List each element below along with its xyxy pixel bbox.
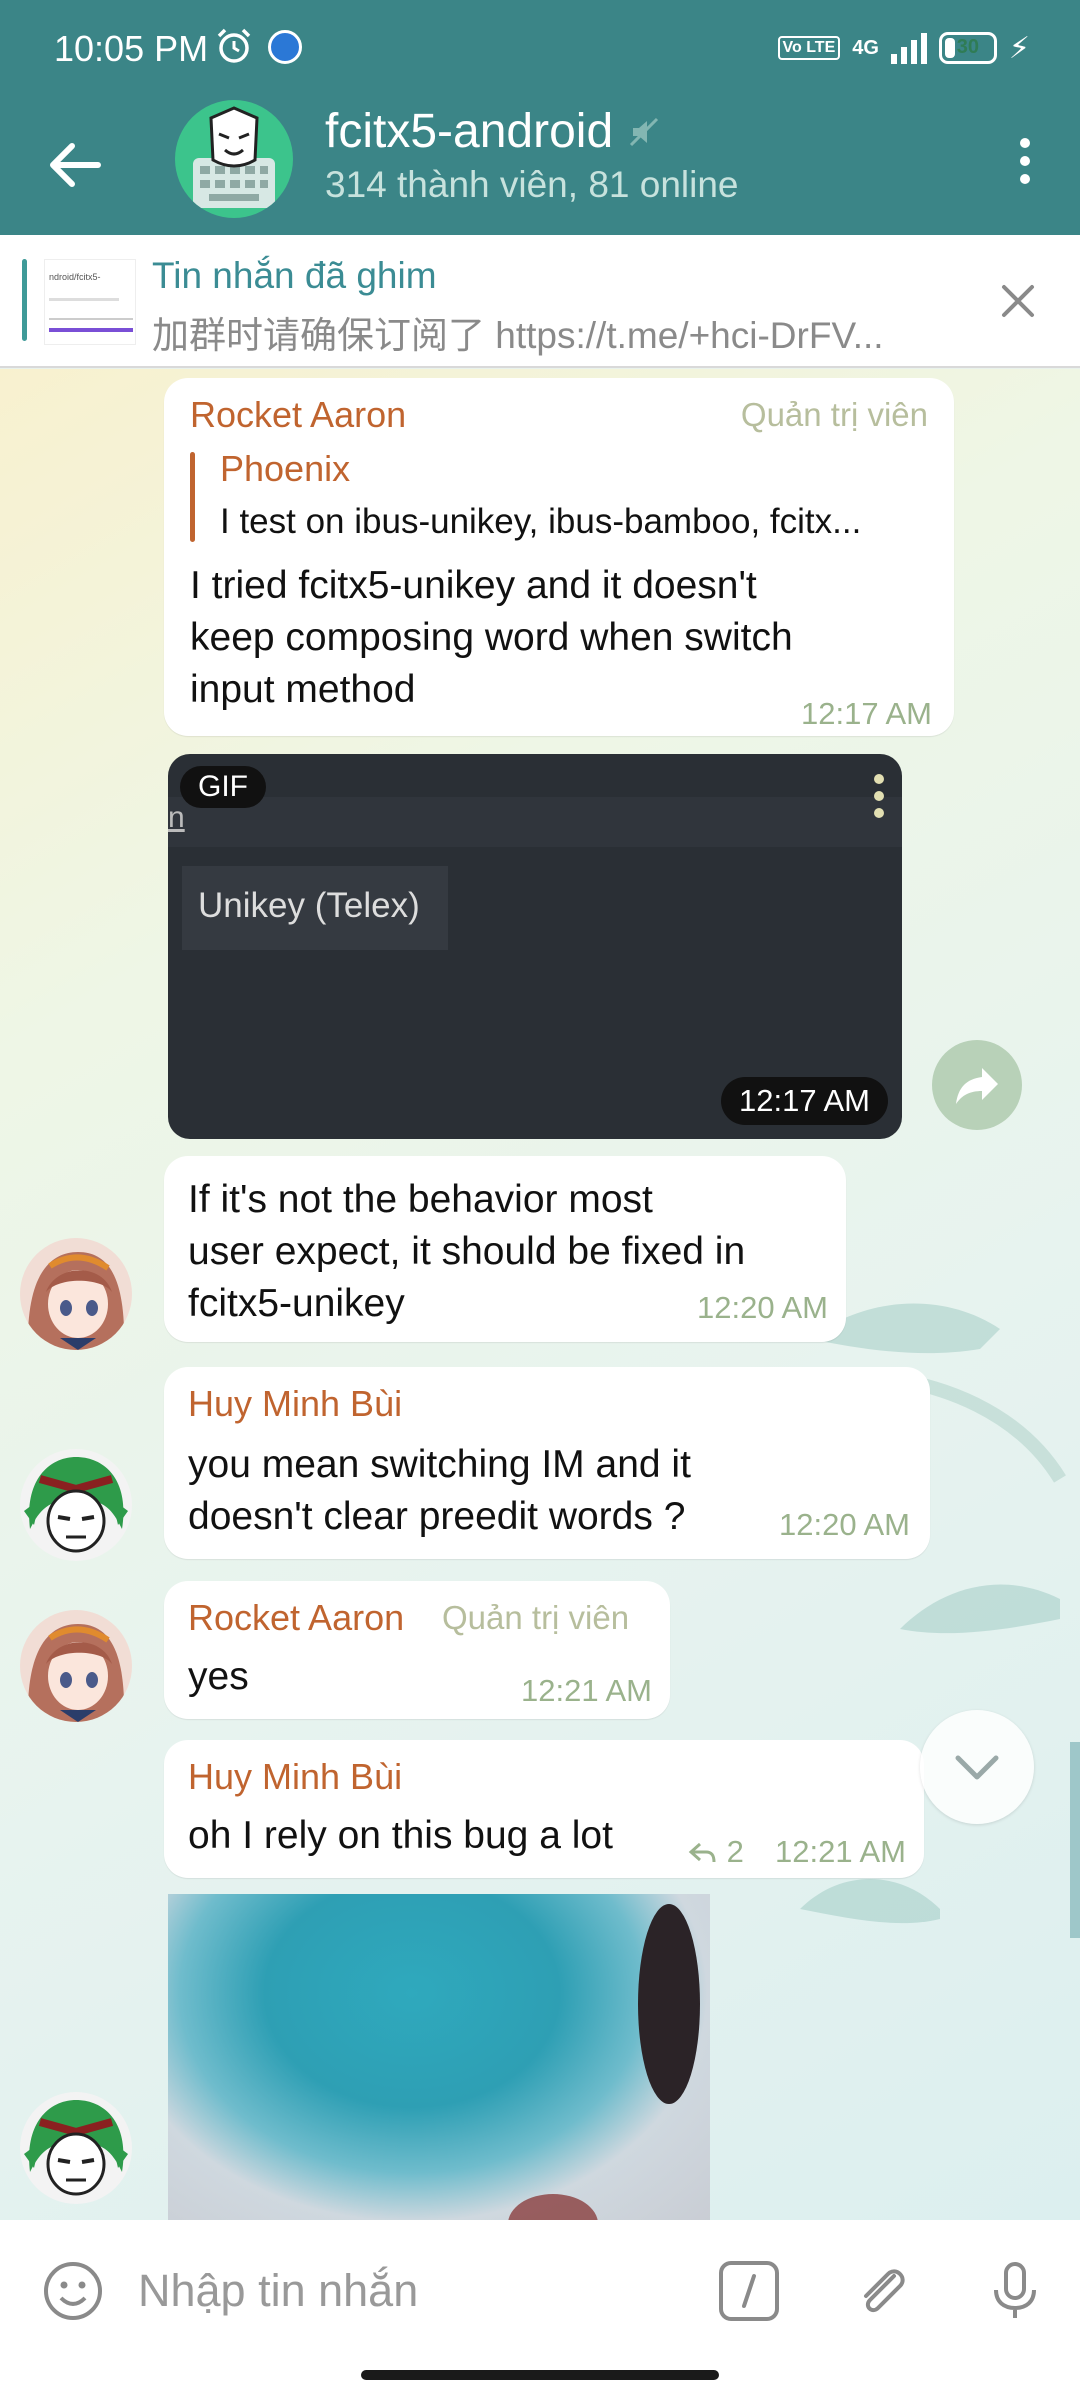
pinned-thumbnail-text: ndroid/fcitx5-: [49, 272, 101, 282]
message-bubble[interactable]: Rocket Aaron Quản trị viên yes 12:21 AM: [164, 1581, 670, 1719]
more-vert-icon[interactable]: [1010, 130, 1040, 200]
message-bubble[interactable]: Huy Minh Bùi you mean switching IM and i…: [164, 1367, 930, 1559]
message-bubble[interactable]: If it's not the behavior most user expec…: [164, 1156, 846, 1342]
mute-icon: [630, 117, 659, 146]
chat-title[interactable]: fcitx5-android: [325, 104, 661, 159]
status-indicators: Vo LTE 4G 30 ⚡: [777, 28, 1030, 68]
signal-icon: [890, 32, 927, 64]
gif-message[interactable]: n GIF Unikey (Telex) 12:17 AM: [168, 754, 902, 1139]
emoji-icon[interactable]: [40, 2258, 106, 2324]
message-text: oh I rely on this bug a lot: [188, 1814, 613, 1857]
chat-title-text: fcitx5-android: [325, 105, 614, 158]
navigation-bar: [0, 2360, 1080, 2400]
scroll-down-button[interactable]: [920, 1710, 1034, 1824]
charging-icon: ⚡: [1008, 31, 1030, 65]
message-time: 12:20 AM: [779, 1507, 910, 1542]
avatar[interactable]: [20, 1610, 132, 1722]
gif-strip: n: [168, 797, 902, 847]
reply-count[interactable]: 2: [688, 1834, 744, 1870]
status-bar: 10:05 PM Vo LTE 4G 30 ⚡: [0, 0, 1080, 100]
home-handle[interactable]: [361, 2370, 719, 2380]
gif-overlay-panel: Unikey (Telex): [182, 866, 448, 950]
close-icon[interactable]: [992, 275, 1044, 327]
message-bubble[interactable]: Rocket Aaron Quản trị viên Phoenix I tes…: [164, 378, 954, 736]
reply-icon: [688, 1842, 716, 1863]
message-bubble[interactable]: Huy Minh Bùi oh I rely on this bug a lot…: [164, 1740, 924, 1878]
gif-menu-icon[interactable]: [874, 774, 886, 820]
notification-app-icon: [268, 30, 302, 64]
sender-name[interactable]: Rocket Aaron: [190, 394, 406, 436]
message-list[interactable]: Rocket Aaron Quản trị viên Phoenix I tes…: [0, 369, 1080, 2220]
message-text: I tried fcitx5-unikey and it doesn't kee…: [190, 564, 793, 711]
share-icon[interactable]: [932, 1040, 1022, 1130]
mic-icon[interactable]: [982, 2258, 1048, 2324]
group-avatar[interactable]: [175, 100, 293, 218]
message-text: If it's not the behavior most user expec…: [188, 1178, 746, 1325]
message-time: 12:17 AM: [721, 1077, 888, 1125]
message-time: 12:21 AM: [521, 1673, 652, 1708]
chat-header: fcitx5-android 314 thành viên, 81 online: [0, 100, 1080, 235]
back-arrow-icon[interactable]: [40, 130, 110, 200]
message-time: 12:20 AM: [697, 1290, 828, 1325]
pinned-indicator: [22, 259, 27, 341]
message-time: 12:21 AM: [775, 1834, 906, 1869]
sender-name[interactable]: Huy Minh Bùi: [188, 1756, 402, 1798]
message-text: yes: [188, 1655, 249, 1698]
message-time: 12:17 AM: [801, 696, 932, 731]
message-text: you mean switching IM and it doesn't cle…: [188, 1443, 691, 1538]
message-composer: Nhập tin nhắn: [0, 2220, 1080, 2360]
avatar[interactable]: [20, 1449, 132, 1561]
chevron-down-icon: [955, 1755, 999, 1780]
reply-sender[interactable]: Phoenix: [220, 448, 350, 490]
photo-message[interactable]: [168, 1894, 710, 2220]
reply-text[interactable]: I test on ibus-unikey, ibus-bamboo, fcit…: [220, 502, 930, 542]
admin-badge: Quản trị viên: [740, 396, 928, 433]
admin-badge: Quản trị viên: [442, 1599, 630, 1636]
reply-quote-bar: [190, 452, 195, 542]
pinned-thumbnail: ndroid/fcitx5-: [44, 259, 136, 345]
battery-level: 30: [956, 36, 980, 58]
scroll-indicator[interactable]: [1070, 1742, 1080, 1938]
pinned-title: Tin nhắn đã ghim: [152, 255, 437, 296]
message-input[interactable]: Nhập tin nhắn: [138, 2258, 678, 2324]
sender-name[interactable]: Rocket Aaron: [188, 1597, 404, 1639]
avatar[interactable]: [20, 2092, 132, 2204]
network-type: 4G: [852, 36, 879, 59]
volte-badge: Vo LTE: [777, 36, 841, 60]
status-time: 10:05 PM: [54, 28, 209, 69]
member-count: 314 thành viên, 81 online: [325, 164, 739, 205]
attach-icon[interactable]: [850, 2258, 916, 2324]
reply-count-value: 2: [726, 1834, 744, 1869]
pinned-message-bar[interactable]: ndroid/fcitx5- Tin nhắn đã ghim 加群时请确保订阅…: [0, 235, 1080, 368]
sender-name[interactable]: Huy Minh Bùi: [188, 1383, 402, 1425]
alarm-icon: [217, 28, 251, 63]
gif-badge: GIF: [180, 766, 266, 808]
pinned-text: 加群时请确保订阅了 https://t.me/+hci-DrFV...: [152, 315, 884, 356]
battery-icon: 30: [938, 32, 997, 64]
slash-command-icon[interactable]: [716, 2258, 782, 2324]
gif-overlay-text: Unikey (Telex): [198, 886, 420, 925]
avatar[interactable]: [20, 1238, 132, 1350]
